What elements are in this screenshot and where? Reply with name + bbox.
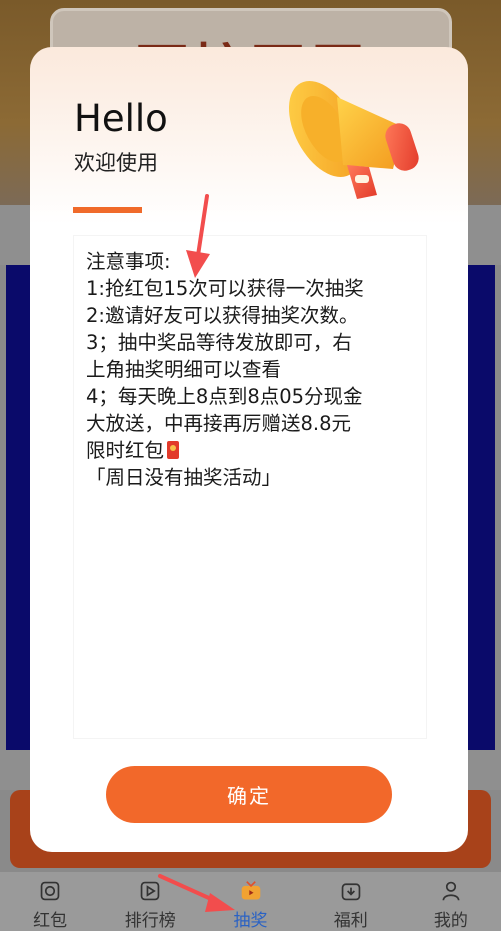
notice-line: 注意事项: — [86, 250, 171, 273]
bottom-tab-bar: 红包 排行榜 抽奖 福利 我的 — [0, 872, 501, 931]
notice-line: 3；抽中奖品等待发放即可，右 — [86, 331, 352, 354]
tab-mine[interactable]: 我的 — [401, 872, 501, 931]
dialog-subtitle: 欢迎使用 — [74, 151, 158, 175]
tab-label: 福利 — [333, 911, 368, 931]
tab-label: 我的 — [433, 911, 468, 931]
person-icon — [442, 881, 460, 901]
notice-line-with-icon: 限时红包 — [86, 437, 414, 464]
tab-label: 抽奖 — [233, 911, 268, 931]
dialog-title: Hello — [74, 97, 168, 140]
notice-line: 限时红包 — [86, 439, 165, 462]
accent-divider — [73, 207, 142, 213]
tab-welfare[interactable]: 福利 — [301, 872, 401, 931]
tab-lottery[interactable]: 抽奖 — [200, 872, 300, 931]
tab-label: 红包 — [33, 911, 68, 931]
megaphone-icon — [288, 80, 419, 199]
welcome-dialog: Hello 欢迎使用 注意事项: 1:抢红包15次可以获得一次抽奖 2:邀请好友… — [30, 47, 468, 852]
gift-icon — [341, 883, 361, 901]
notice-line: 4；每天晚上8点到8点05分现金 — [86, 385, 363, 408]
notice-line: 上角抽奖明细可以查看 — [86, 358, 282, 381]
red-packet-icon — [40, 881, 60, 901]
confirm-button[interactable]: 确定 — [106, 766, 392, 823]
notice-line: 1:抢红包15次可以获得一次抽奖 — [86, 277, 364, 300]
notice-body: 注意事项: 1:抢红包15次可以获得一次抽奖 2:邀请好友可以获得抽奖次数。 3… — [74, 236, 426, 491]
notice-line: 「周日没有抽奖活动」 — [86, 466, 282, 489]
notice-line: 2:邀请好友可以获得抽奖次数。 — [86, 304, 359, 327]
notice-panel: 注意事项: 1:抢红包15次可以获得一次抽奖 2:邀请好友可以获得抽奖次数。 3… — [73, 235, 427, 739]
play-icon — [140, 881, 160, 901]
tab-ranking[interactable]: 排行榜 — [100, 872, 200, 931]
notice-line: 大放送，中再接再厉赠送8.8元 — [86, 412, 352, 435]
tab-label: 排行榜 — [124, 911, 176, 931]
tab-red-packet[interactable]: 红包 — [0, 872, 100, 931]
red-envelope-icon — [167, 441, 180, 459]
tv-icon — [241, 881, 260, 900]
